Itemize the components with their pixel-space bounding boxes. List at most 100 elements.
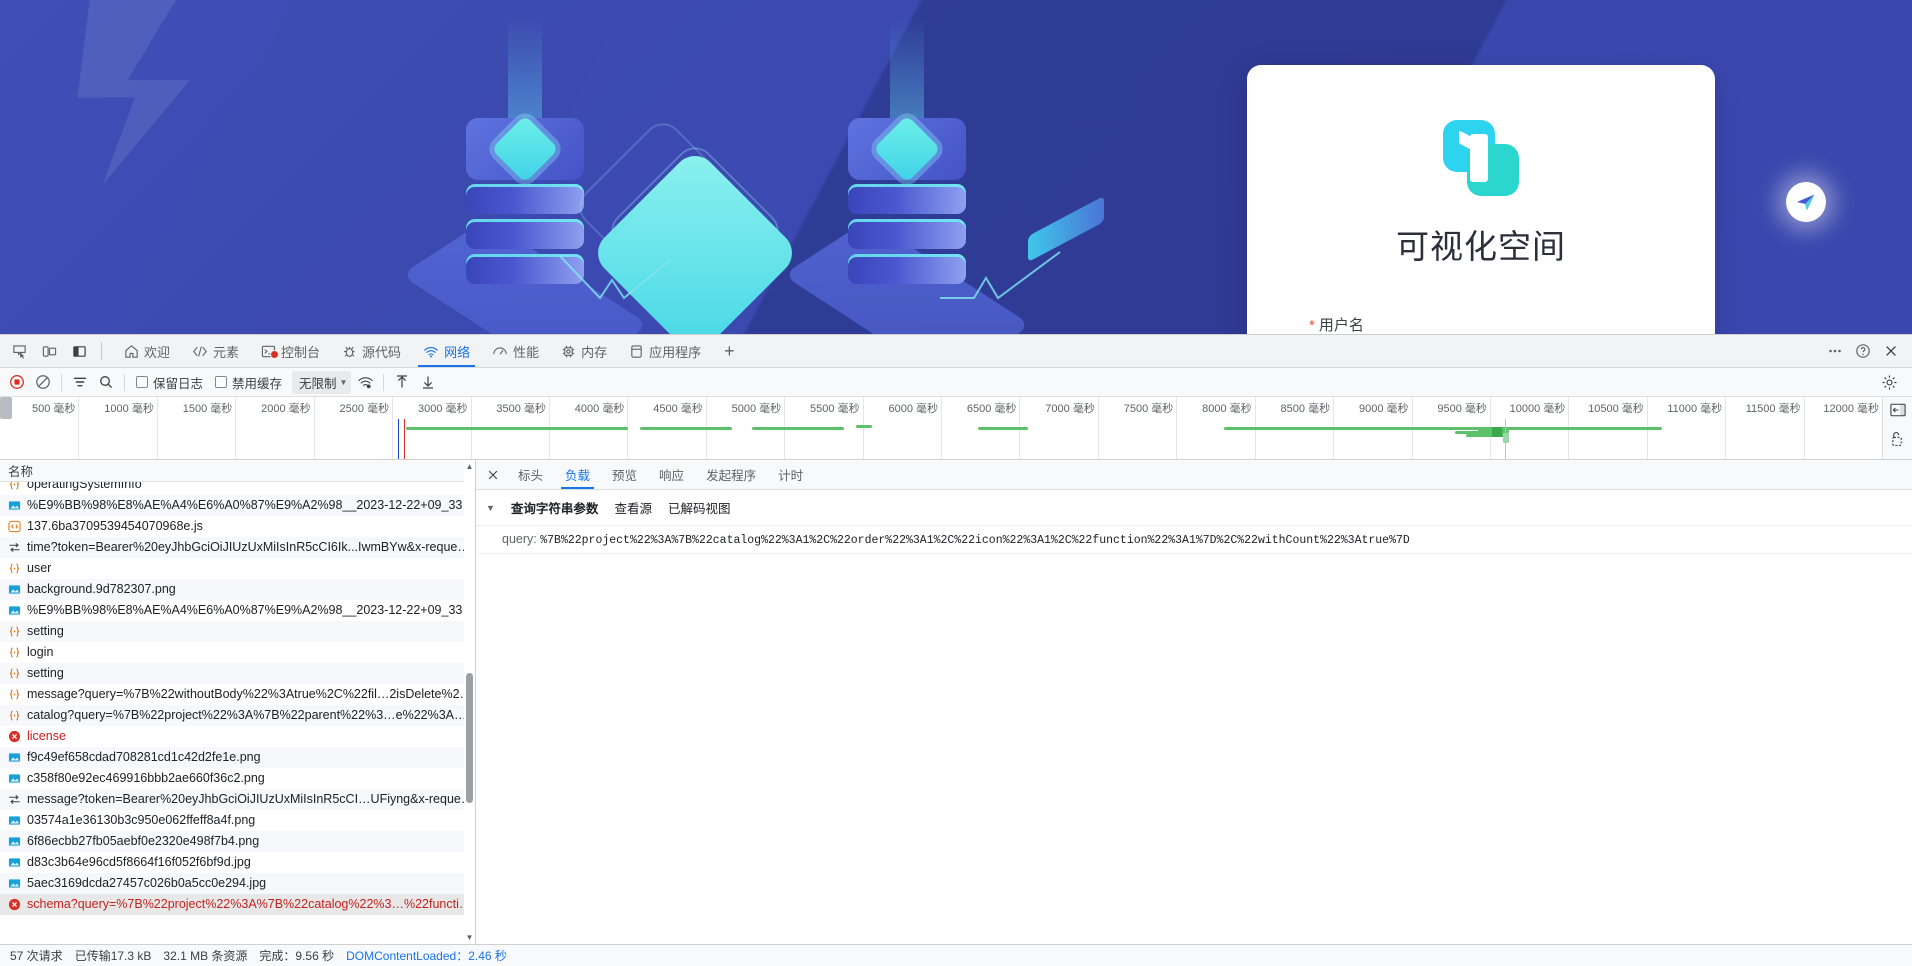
devtools-settings-button[interactable] [1877, 370, 1901, 394]
tab-timing[interactable]: 计时 [768, 460, 813, 489]
export-har-button[interactable] [416, 370, 440, 394]
query-string-section-header[interactable]: ▼ 查询字符串参数 查看源 已解码视图 [476, 490, 1912, 526]
request-row[interactable]: time?token=Bearer%20eyJhbGciOiJIUzUxMiIs… [0, 537, 475, 558]
decoded-view-link[interactable]: 已解码视图 [668, 498, 731, 517]
overview-tick-label: 10000 毫秒 [1509, 403, 1566, 415]
more-options-icon[interactable] [1822, 338, 1848, 364]
request-row[interactable]: schema?query=%7B%22project%22%3A%7B%22ca… [0, 894, 475, 915]
close-devtools-icon[interactable] [1878, 338, 1904, 364]
overview-scroll-thumb[interactable] [0, 397, 12, 419]
inspect-element-icon[interactable] [6, 338, 32, 364]
overview-tick-label: 3000 毫秒 [417, 403, 468, 415]
import-har-button[interactable] [390, 370, 414, 394]
tab-welcome[interactable]: 欢迎 [113, 335, 181, 367]
device-toolbar-icon[interactable] [36, 338, 62, 364]
error-icon [7, 897, 21, 911]
overview-tick: 11500 毫秒 [1746, 397, 1805, 459]
network-conditions-button[interactable] [353, 370, 377, 394]
request-row[interactable]: license [0, 726, 475, 747]
request-row[interactable]: user [0, 558, 475, 579]
request-row[interactable]: %E9%BB%98%E8%AE%A4%E6%A0%87%E9%A2%98__20… [0, 600, 475, 621]
request-row[interactable]: catalog?query=%7B%22project%22%3A%7B%22p… [0, 705, 475, 726]
overview-tick-label: 5000 毫秒 [731, 403, 782, 415]
tab-application[interactable]: 应用程序 [618, 335, 712, 367]
json-icon [7, 687, 21, 701]
overview-network-band [856, 425, 872, 428]
request-list-scrollbar-thumb[interactable] [466, 673, 473, 803]
devtools-tab-list: 欢迎 元素 控制台 源代码 网络 性能 内存 应用程序 + [113, 335, 747, 367]
network-overview-timeline[interactable]: 500 毫秒 1000 毫秒 1500 毫秒 2000 毫秒 2500 毫秒 3000 毫… [0, 397, 1912, 460]
disable-cache-checkbox[interactable]: 禁用缓存 [210, 373, 287, 392]
show-sidebar-icon[interactable] [1889, 403, 1906, 417]
overview-tick-label: 9000 毫秒 [1358, 403, 1409, 415]
request-row[interactable]: message?token=Bearer%20eyJhbGciOiJIUzUxM… [0, 789, 475, 810]
request-row[interactable]: login [0, 642, 475, 663]
tab-console[interactable]: 控制台 [250, 335, 331, 367]
tab-preview[interactable]: 预览 [602, 460, 647, 489]
tab-elements[interactable]: 元素 [181, 335, 250, 367]
request-name: schema?query=%7B%22project%22%3A%7B%22ca… [27, 897, 475, 911]
tab-headers[interactable]: 标头 [508, 460, 553, 489]
image-icon [7, 834, 21, 848]
send-plane-fab-button[interactable] [1786, 182, 1826, 222]
overview-tick-label: 5500 毫秒 [810, 403, 860, 415]
filter-icon [73, 377, 87, 387]
request-list[interactable]: operatingSystemInfo %E9%BB%98%E8%AE%A4%E6… [0, 482, 475, 944]
disclosure-triangle-icon[interactable]: ▼ [486, 503, 495, 513]
request-row[interactable]: setting [0, 663, 475, 684]
scroll-up-arrow-icon[interactable]: ▲ [465, 462, 474, 471]
request-row[interactable]: f9c49ef658cdad708281cd1c42d2fe1e.png [0, 747, 475, 768]
request-row[interactable]: d83c3b64e96cd5f8664f16f052f6bf9d.jpg [0, 852, 475, 873]
overview-tick-label: 500 毫秒 [31, 403, 76, 415]
search-button[interactable] [94, 370, 118, 394]
overview-network-block [1503, 433, 1509, 443]
network-conditions-icon [358, 377, 373, 389]
request-row[interactable]: message?query=%7B%22withoutBody%22%3Atru… [0, 684, 475, 705]
console-error-badge [270, 350, 280, 359]
request-row[interactable]: 5aec3169dcda27457c026b0a5cc0e294.jpg [0, 873, 475, 894]
help-icon[interactable] [1850, 338, 1876, 364]
request-row[interactable]: setting [0, 621, 475, 642]
clear-requests-button[interactable] [31, 370, 55, 394]
request-name: background.9d782307.png [27, 582, 176, 596]
image-icon [7, 582, 21, 596]
devtools-tabbar-actions [1822, 338, 1912, 364]
card-title: 可视化空间 [1396, 228, 1566, 265]
tab-sources[interactable]: 源代码 [331, 335, 412, 367]
request-row[interactable]: 03574a1e36130b3c950e062ffeff8a4f.png [0, 810, 475, 831]
tab-network[interactable]: 网络 [412, 335, 481, 367]
record-stop-button[interactable] [5, 370, 29, 394]
tab-initiator[interactable]: 发起程序 [696, 460, 766, 489]
json-icon [7, 645, 21, 659]
request-list-scrollbar-track[interactable]: ▲ ▼ [464, 460, 475, 944]
request-row[interactable]: 137.6ba3709539454070968e.js [0, 516, 475, 537]
throttling-dropdown[interactable]: 无限制 ▼ [292, 370, 352, 394]
close-detail-button[interactable] [480, 462, 506, 488]
tab-application-label: 应用程序 [649, 344, 702, 360]
gear-icon [1882, 375, 1896, 389]
request-row[interactable]: 6f86ecbb27fb05aebf0e2320e498f7b4.png [0, 831, 475, 852]
tab-payload[interactable]: 负载 [555, 460, 600, 489]
add-panel-button[interactable]: + [712, 341, 747, 362]
tab-response[interactable]: 响应 [649, 460, 694, 489]
view-source-link[interactable]: 查看源 [614, 498, 652, 517]
login-card: 可视化空间 * 用户名 [1247, 65, 1715, 334]
image-icon [7, 771, 21, 785]
image-icon [7, 855, 21, 869]
request-row[interactable]: %E9%BB%98%E8%AE%A4%E6%A0%87%E9%A2%98__20… [0, 495, 475, 516]
devtools-undock-icon[interactable] [1890, 431, 1905, 447]
request-name: 6f86ecbb27fb05aebf0e2320e498f7b4.png [27, 834, 260, 848]
overview-tick-label: 1000 毫秒 [104, 403, 154, 415]
dock-side-icon[interactable] [66, 338, 92, 364]
tab-welcome-label: 欢迎 [144, 344, 171, 360]
request-row[interactable]: c358f80e92ec469916bbb2ae660f36c2.png [0, 768, 475, 789]
tab-memory[interactable]: 内存 [550, 335, 618, 367]
filter-toggle-button[interactable] [68, 370, 92, 394]
overview-tick: 11000 毫秒 [1667, 397, 1727, 459]
request-row[interactable]: operatingSystemInfo [0, 482, 475, 495]
scroll-down-arrow-icon[interactable]: ▼ [465, 933, 474, 942]
preserve-log-checkbox[interactable]: 保留日志 [131, 373, 208, 392]
request-row[interactable]: background.9d782307.png [0, 579, 475, 600]
request-name: license [27, 729, 66, 743]
tab-performance[interactable]: 性能 [481, 335, 550, 367]
